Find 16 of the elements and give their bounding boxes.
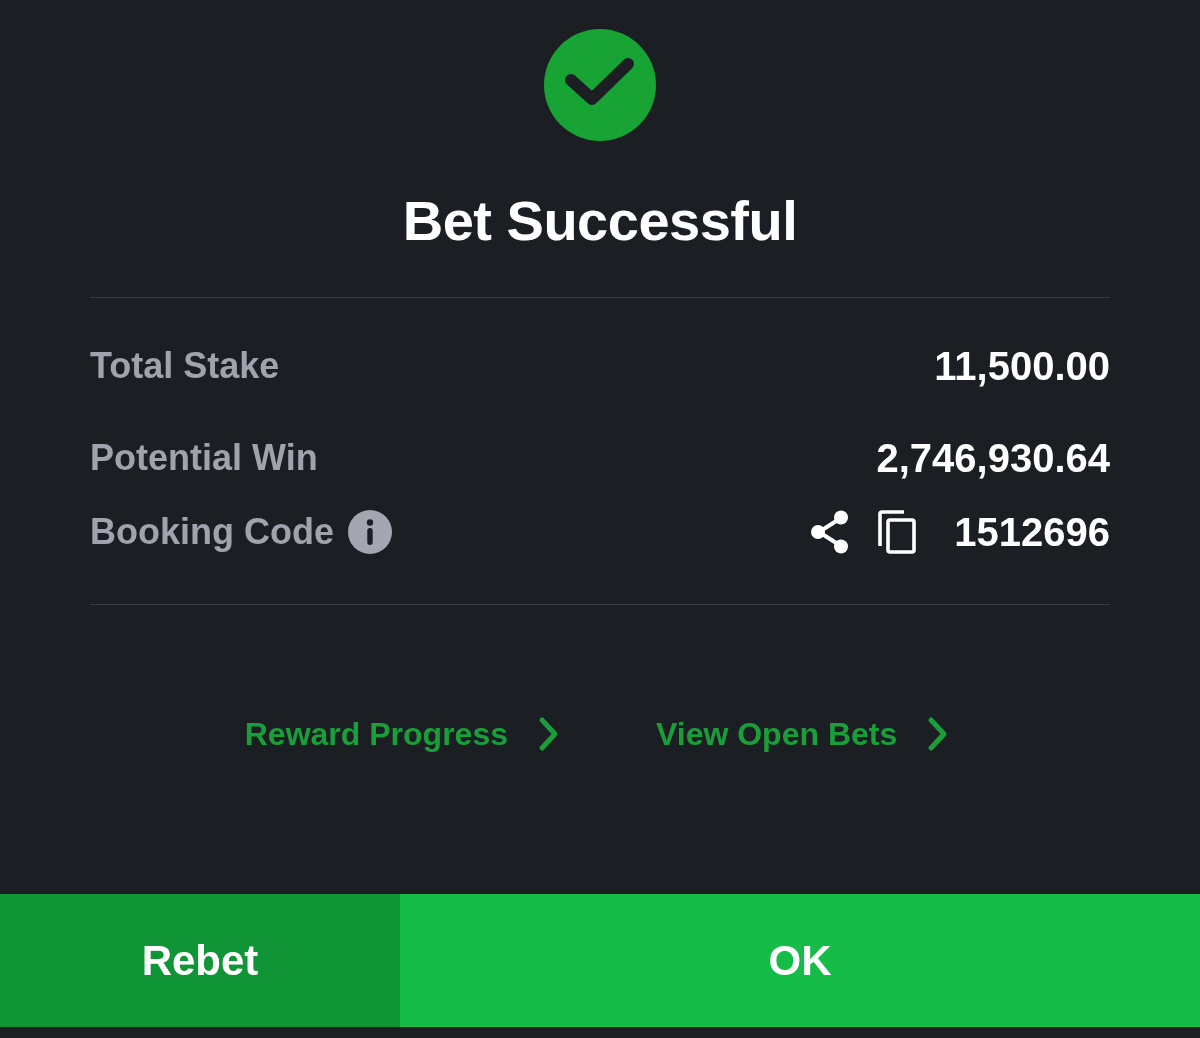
detail-label: Potential Win bbox=[90, 440, 318, 476]
success-title: Bet Successful bbox=[402, 188, 798, 254]
detail-label: Total Stake bbox=[90, 348, 280, 384]
detail-value: 2,746,930.64 bbox=[876, 438, 1110, 478]
chevron-right-icon bbox=[537, 716, 560, 752]
ok-button[interactable]: OK bbox=[400, 894, 1200, 1027]
booking-code-value: 1512696 bbox=[954, 512, 1110, 552]
success-check-icon bbox=[544, 29, 656, 141]
copy-icon[interactable] bbox=[878, 510, 917, 554]
detail-value: 11,500.00 bbox=[934, 346, 1110, 386]
link[interactable]: View Open Bets bbox=[655, 712, 950, 756]
detail-label: Booking Code bbox=[90, 514, 334, 550]
link[interactable]: Reward Progress bbox=[244, 712, 560, 756]
share-icon[interactable] bbox=[810, 510, 851, 554]
rebet-button[interactable]: Rebet bbox=[0, 894, 400, 1027]
info-icon[interactable] bbox=[348, 510, 392, 554]
